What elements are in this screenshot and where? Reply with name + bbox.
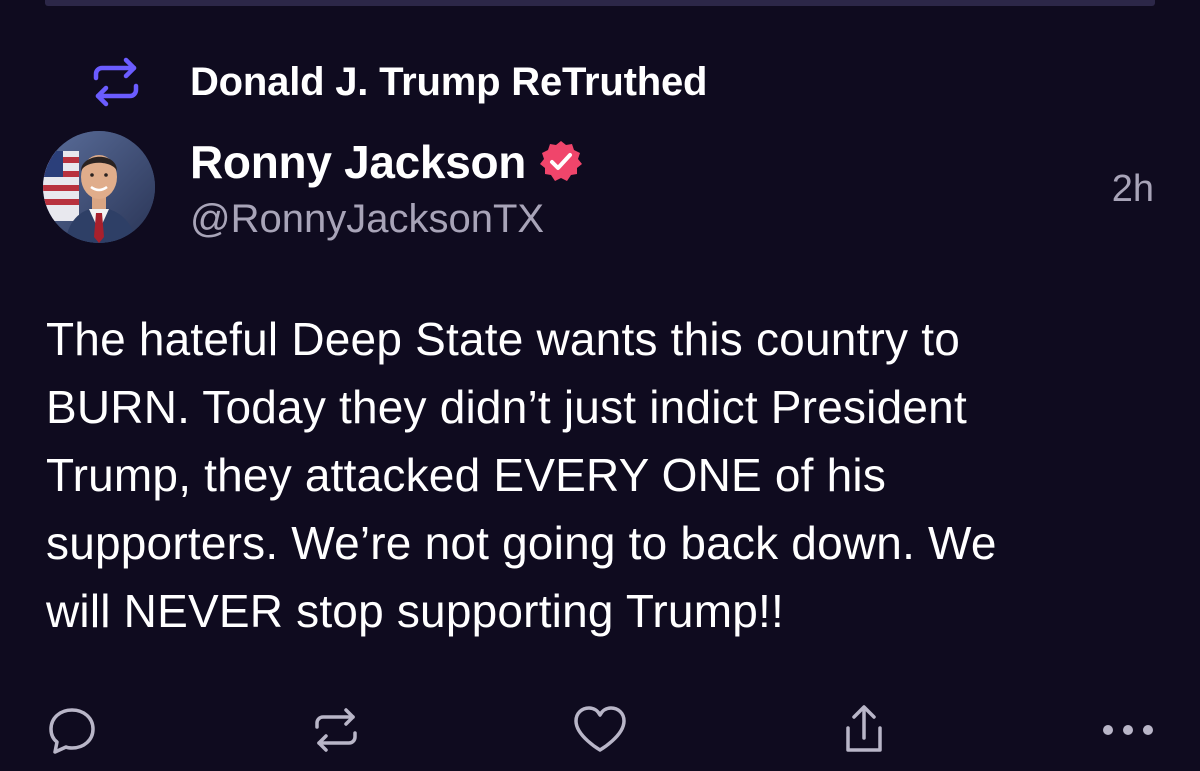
author-name[interactable]: Ronny Jackson bbox=[190, 135, 526, 189]
heart-icon bbox=[570, 702, 630, 758]
post-text: The hateful Deep State wants this countr… bbox=[46, 313, 997, 637]
author-handle[interactable]: @RonnyJacksonTX bbox=[190, 197, 544, 242]
like-button[interactable] bbox=[568, 698, 632, 762]
avatar[interactable] bbox=[43, 131, 155, 243]
share-button[interactable] bbox=[832, 698, 896, 762]
retruth-header[interactable]: Donald J. Trump ReTruthed bbox=[88, 54, 707, 110]
action-bar bbox=[0, 690, 1200, 770]
more-icon bbox=[1098, 720, 1158, 740]
retruth-button[interactable] bbox=[304, 698, 368, 762]
top-divider bbox=[45, 0, 1155, 6]
post-timestamp[interactable]: 2h bbox=[1112, 168, 1154, 211]
share-icon bbox=[836, 702, 892, 758]
retruth-icon bbox=[308, 702, 364, 758]
post-card: Donald J. Trump ReTruthed Ronny Jackson … bbox=[0, 0, 1200, 771]
comment-icon bbox=[44, 702, 100, 758]
more-button[interactable] bbox=[1096, 698, 1160, 762]
retruth-label: Donald J. Trump ReTruthed bbox=[190, 59, 708, 104]
author-name-row: Ronny Jackson bbox=[190, 134, 584, 190]
verified-badge-icon bbox=[538, 139, 584, 185]
retruth-icon bbox=[88, 54, 144, 110]
reply-button[interactable] bbox=[40, 698, 104, 762]
